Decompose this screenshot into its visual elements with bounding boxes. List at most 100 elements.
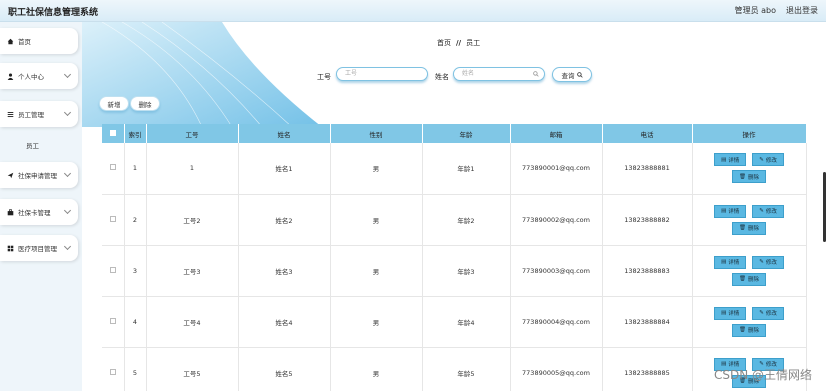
sidebar-item-medical[interactable]: 医疗项目管理 [0,235,78,261]
delete-label: 删除 [747,226,759,232]
edit-label: 修改 [765,311,777,317]
detail-button[interactable]: ▤ 详情 [714,204,747,218]
cell-age: 年龄3 [422,245,511,297]
briefcase-icon [7,208,14,215]
chevron-down-icon [63,169,72,178]
cell-actions: ▤ 详情 ✎ 修改 🗑 删除 [692,245,807,297]
detail-label: 详情 [728,209,740,215]
breadcrumb: 首页 // 员工 [437,38,480,48]
cell-phone: 13823888884 [602,296,693,348]
detail-icon: ▤ [721,310,727,316]
main-content: 首页 // 员工 工号 工号 姓名 姓名 查询 新增 删除 索引 工号 姓名 性别 … [82,22,826,391]
sidebar-item-social-apply[interactable]: 社保申请管理 [0,162,78,188]
detail-icon: ▤ [721,208,727,214]
query-label: 查询 [561,71,575,80]
cell-phone: 13823888881 [602,143,693,195]
edit-button[interactable]: ✎ 修改 [752,255,784,269]
table-row: 3 工号3 姓名3 男 年龄3 773890003@qq.com 1382388… [102,245,807,297]
query-button[interactable]: 查询 [552,67,592,82]
detail-button[interactable]: ▤ 详情 [714,153,747,167]
breadcrumb-separator: // [456,39,462,47]
edit-label: 修改 [765,209,777,215]
employee-table: 索引 工号 姓名 性别 年龄 邮箱 电话 操作 1 1 姓名1 男 年龄1 77… [102,124,807,391]
detail-label: 详情 [728,260,740,266]
edit-button[interactable]: ✎ 修改 [752,204,784,218]
search-icon [533,71,539,77]
breadcrumb-current: 员工 [466,39,481,47]
trash-icon: 🗑 [739,173,746,180]
delete-button[interactable]: 🗑 删除 [732,272,766,286]
cell-gender: 男 [330,194,423,246]
col-header-id: 工号 [146,124,239,143]
employee-id-input[interactable]: 工号 [336,67,428,81]
edit-icon: ✎ [759,156,764,163]
cell-email: 773890004@qq.com [510,296,603,348]
breadcrumb-home[interactable]: 首页 [437,39,451,47]
delete-button[interactable]: 🗑 删除 [732,170,766,184]
send-icon [7,172,14,178]
home-icon [7,38,14,44]
cell-email: 773890005@qq.com [510,347,603,391]
delete-button[interactable]: 🗑 删除 [732,323,766,337]
detail-button[interactable]: ▤ 详情 [714,255,747,269]
cell-gender: 男 [330,245,423,297]
row-checkbox[interactable] [102,143,125,195]
detail-button[interactable]: ▤ 详情 [714,306,747,320]
cell-gender: 男 [330,143,423,195]
cell-actions: ▤ 详情 ✎ 修改 🗑 删除 [692,194,807,246]
cell-age: 年龄4 [422,296,511,348]
name-input[interactable]: 姓名 [453,67,545,81]
sidebar-item-label: 社保卡管理 [18,209,51,217]
select-all-checkbox[interactable] [102,124,125,143]
cell-index: 1 [124,143,147,195]
row-checkbox[interactable] [102,347,125,391]
cell-name: 姓名5 [238,347,331,391]
top-bar: 职工社保信息管理系统 管理员 abo 退出登录 [0,0,826,22]
sidebar-subitem-employee[interactable]: 员工 [0,135,78,155]
cell-index: 2 [124,194,147,246]
col-header-email: 邮箱 [510,124,603,143]
delete-label: 删除 [747,328,759,334]
cell-age: 年龄1 [422,143,511,195]
col-header-gender: 性别 [330,124,423,143]
cell-gender: 男 [330,347,423,391]
cell-email: 773890002@qq.com [510,194,603,246]
cell-name: 姓名3 [238,245,331,297]
batch-delete-button[interactable]: 删除 [130,96,160,111]
cell-gender: 男 [330,296,423,348]
col-header-phone: 电话 [602,124,693,143]
logout-link[interactable]: 退出登录 [786,5,818,16]
detail-label: 详情 [728,157,740,164]
cell-id: 工号5 [146,347,239,391]
sidebar-item-social-card[interactable]: 社保卡管理 [0,199,78,225]
row-checkbox[interactable] [102,245,125,297]
sidebar-item-label: 员工管理 [18,111,44,119]
sidebar-item-home[interactable]: 首页 [0,28,78,54]
cell-index: 3 [124,245,147,297]
cell-id: 工号3 [146,245,239,297]
edit-label: 修改 [765,260,777,266]
col-header-age: 年龄 [422,124,511,143]
chevron-down-icon [63,206,72,215]
cell-phone: 13823888883 [602,245,693,297]
name-placeholder: 姓名 [462,70,475,77]
cell-phone: 13823888882 [602,194,693,246]
cell-age: 年龄5 [422,347,511,391]
user-icon [7,73,14,80]
delete-label: 删除 [747,174,759,181]
edit-button[interactable]: ✎ 修改 [752,153,784,167]
add-button[interactable]: 新增 [99,96,129,111]
employee-id-label: 工号 [317,73,331,81]
cell-name: 姓名2 [238,194,331,246]
table-row: 2 工号2 姓名2 男 年龄2 773890002@qq.com 1382388… [102,194,807,246]
detail-icon: ▤ [721,259,727,265]
sidebar-item-employee[interactable]: 员工管理 [0,101,78,127]
delete-button[interactable]: 🗑 删除 [732,221,766,235]
row-checkbox[interactable] [102,194,125,246]
edit-button[interactable]: ✎ 修改 [752,306,784,320]
sidebar-item-personal[interactable]: 个人中心 [0,63,78,89]
name-label: 姓名 [435,73,449,81]
row-checkbox[interactable] [102,296,125,348]
list-icon [7,111,14,117]
cell-email: 773890001@qq.com [510,143,603,195]
